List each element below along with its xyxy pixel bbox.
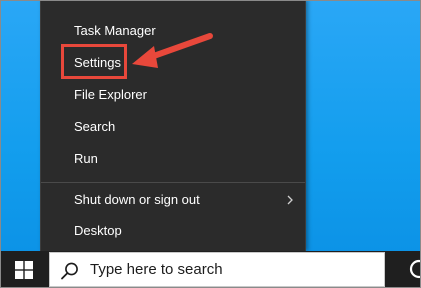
- taskbar: Type here to search: [0, 251, 421, 288]
- menu-item-label: File Explorer: [74, 87, 147, 102]
- search-placeholder: Type here to search: [90, 261, 223, 278]
- windows-logo-icon: [15, 261, 33, 279]
- search-icon: [61, 262, 78, 280]
- cortana-button[interactable]: [395, 251, 421, 288]
- start-button[interactable]: [0, 251, 48, 288]
- menu-separator: [41, 182, 305, 183]
- taskbar-search-box[interactable]: Type here to search: [49, 252, 385, 287]
- menu-item-file-explorer[interactable]: File Explorer: [41, 79, 305, 111]
- menu-item-desktop[interactable]: Desktop: [41, 215, 305, 247]
- menu-item-label: Run: [74, 151, 98, 166]
- menu-item-shut-down-or-sign-out[interactable]: Shut down or sign out: [41, 184, 305, 216]
- chevron-right-icon: [287, 195, 293, 205]
- menu-item-label: Search: [74, 119, 116, 134]
- settings-highlight-box: [61, 44, 127, 79]
- menu-item-label: Shut down or sign out: [74, 192, 200, 207]
- menu-item-label: Desktop: [74, 223, 122, 238]
- menu-item-run[interactable]: Run: [41, 143, 305, 175]
- menu-item-search[interactable]: Search: [41, 111, 305, 143]
- cortana-circle-icon: [409, 259, 421, 279]
- red-arrow-icon: [132, 33, 213, 68]
